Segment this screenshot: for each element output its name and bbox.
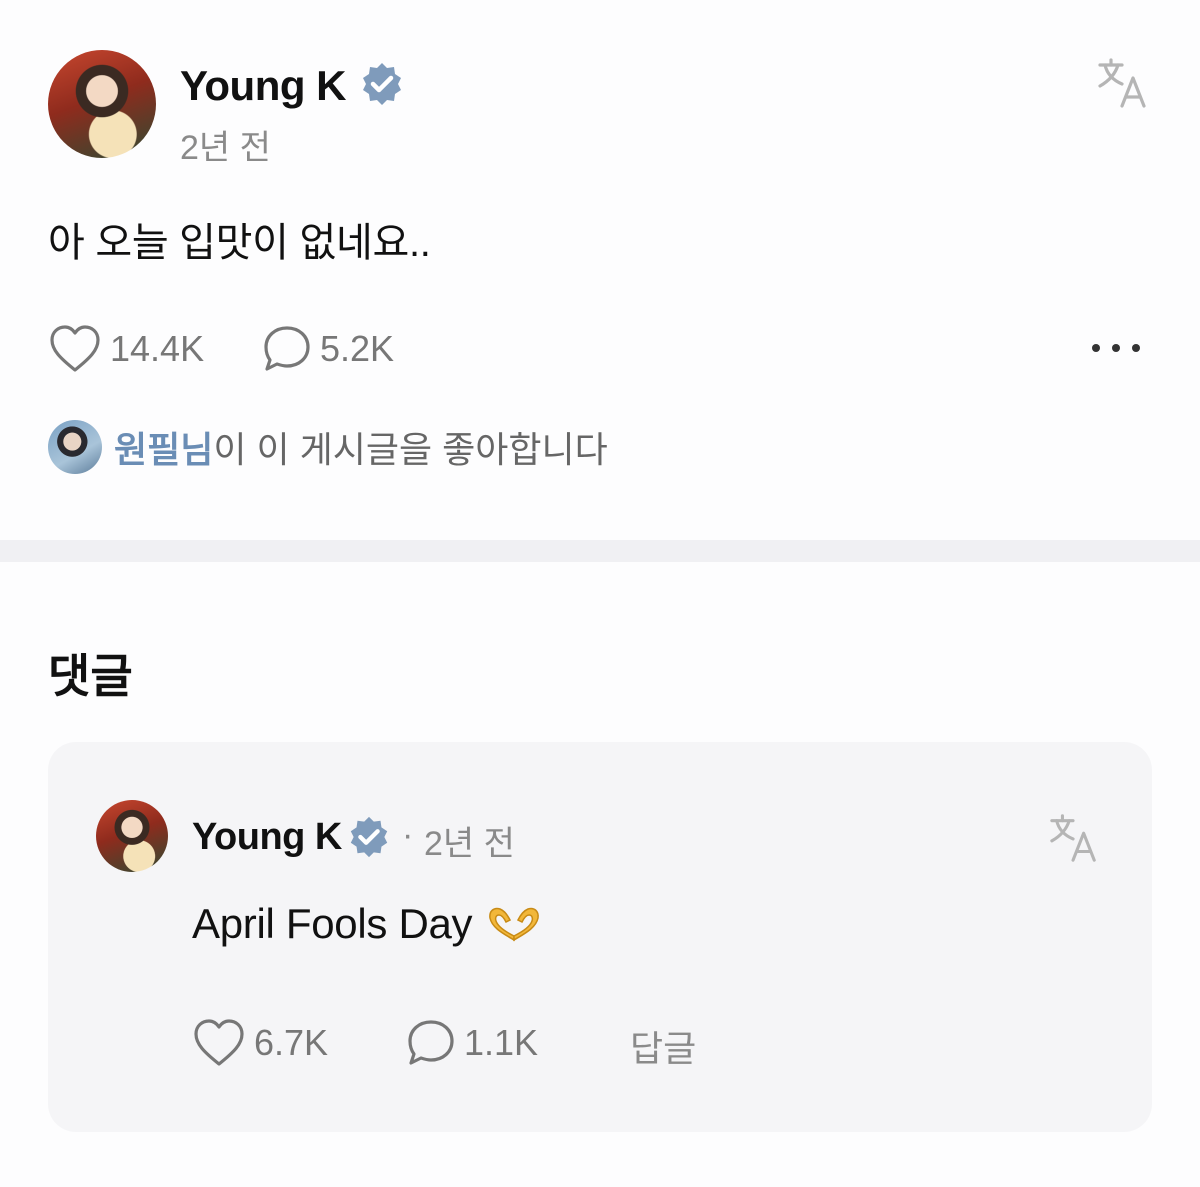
post-text: 아 오늘 입맛이 없네요.. <box>48 221 431 265</box>
liker-avatar[interactable] <box>48 420 102 474</box>
speech-bubble-icon <box>408 1020 454 1065</box>
heart-outline-icon <box>194 1019 244 1066</box>
liked-by-text: 이 이 게시글을 좋아합니다 <box>213 429 608 470</box>
separator-dot: · <box>402 816 414 854</box>
translate-icon[interactable] <box>1048 812 1100 864</box>
comment-text: April Fools Day <box>192 900 473 947</box>
heart-hands-emoji <box>489 907 540 942</box>
comment-reply-count-button[interactable]: 1.1K <box>406 1018 538 1068</box>
translate-icon[interactable] <box>1096 56 1150 110</box>
like-count: 14.4K <box>110 328 205 369</box>
comment-like-button[interactable]: 6.7K <box>192 1018 328 1068</box>
comment-text-row: April Fools Day <box>192 900 542 948</box>
heart-outline-icon <box>50 325 100 372</box>
comments-title: 댓글 <box>48 650 133 702</box>
reply-button[interactable]: 답글 <box>630 1020 696 1072</box>
verified-badge-icon <box>350 816 388 858</box>
verified-badge-icon <box>363 63 401 105</box>
more-dots-icon[interactable] <box>1088 330 1144 366</box>
comment-like-count: 6.7K <box>254 1022 329 1063</box>
liker-name[interactable]: 원필님 <box>114 429 213 470</box>
section-divider <box>0 540 1200 562</box>
comment-reply-count: 1.1K <box>464 1022 539 1063</box>
speech-bubble-icon <box>264 326 310 371</box>
author-name[interactable]: Young K <box>180 62 347 110</box>
comment-button[interactable]: 5.2K <box>262 324 394 374</box>
comment-card: Young K · 2년 전 April Fools Day 6.7K 1.1K… <box>48 742 1152 1132</box>
post-time: 2년 전 <box>180 129 271 167</box>
comment-author-avatar[interactable] <box>96 800 168 872</box>
like-button[interactable]: 14.4K <box>48 324 204 374</box>
post: Young K 2년 전 아 오늘 입맛이 없네요.. 14.4K 5.2K 원… <box>0 0 1200 540</box>
liked-by-row[interactable]: 원필님이 이 게시글을 좋아합니다 <box>48 420 608 474</box>
author-avatar[interactable] <box>48 50 156 158</box>
comment-time: 2년 전 <box>424 825 515 863</box>
comment-author-name[interactable]: Young K <box>192 816 342 859</box>
comment-count: 5.2K <box>320 328 395 369</box>
